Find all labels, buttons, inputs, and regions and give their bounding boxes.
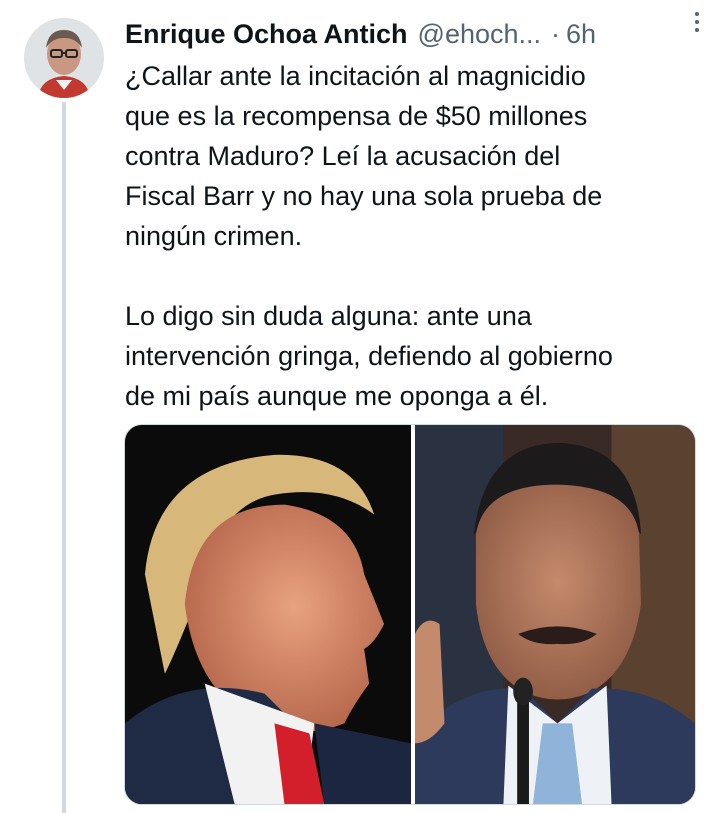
tweet-header: Enrique Ochoa Antich @ehoch... · 6h [125, 14, 700, 54]
tweet-paragraph: Lo digo sin duda alguna: ante una interv… [125, 301, 613, 411]
avatar[interactable] [24, 18, 104, 98]
author-handle[interactable]: @ehoch... [418, 19, 541, 50]
separator-dot: · [551, 18, 561, 49]
tweet-text: ¿Callar ante la incitación al magnicidio… [125, 56, 705, 416]
avatar-photo-icon [24, 18, 104, 98]
media-photo-left[interactable] [125, 425, 411, 804]
author-display-name[interactable]: Enrique Ochoa Antich [125, 19, 408, 50]
thread-connector-line [62, 102, 66, 813]
media-photo-right[interactable] [410, 425, 695, 804]
tweet-timestamp[interactable]: 6h [566, 19, 596, 50]
photo-profile-man-blond-icon [125, 425, 411, 804]
photo-man-mustache-microphone-icon [414, 425, 695, 804]
more-options-icon[interactable] [690, 8, 704, 36]
media-grid [124, 424, 696, 805]
tweet-paragraph: ¿Callar ante la incitación al magnicidio… [125, 61, 603, 251]
